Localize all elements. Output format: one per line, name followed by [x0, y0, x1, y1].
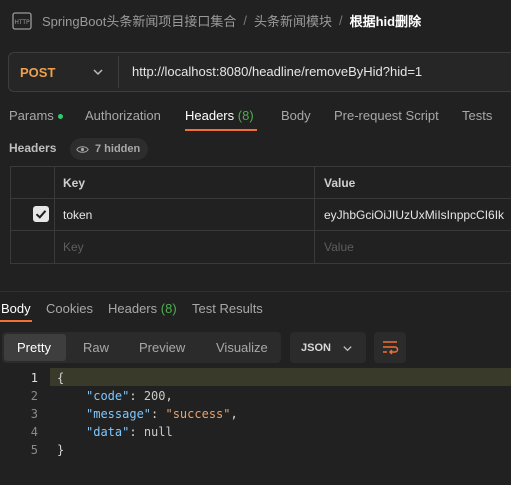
method-select[interactable]: POST: [8, 52, 118, 92]
eye-icon: [76, 145, 89, 154]
open-brace: {: [57, 371, 65, 385]
breadcrumb-separator: /: [243, 12, 247, 28]
format-select-label: JSON: [301, 342, 331, 354]
header-value-cell[interactable]: eyJhbGciOiJIUzUxMiIsInppcCI6Ik: [324, 208, 511, 222]
hidden-headers-label: 7 hidden: [95, 143, 141, 155]
response-tab-cookies[interactable]: Cookies: [46, 301, 93, 316]
response-divider: [0, 291, 511, 292]
current-line-highlight: [50, 368, 511, 386]
wrap-lines-button[interactable]: [374, 332, 406, 363]
response-tab-headers-count: (8): [160, 301, 177, 316]
active-tab-indicator: [185, 129, 257, 131]
line-number: 2: [30, 389, 38, 403]
chevron-down-icon: [92, 66, 104, 81]
json-key-message: "message": [86, 407, 152, 421]
tab-authorization[interactable]: Authorization: [85, 108, 161, 123]
view-pretty-button[interactable]: Pretty: [17, 340, 51, 355]
json-value-data: null: [143, 425, 173, 439]
method-label: POST: [20, 64, 56, 80]
breadcrumb-current-request[interactable]: 根据hid删除: [350, 11, 422, 30]
header-enabled-checkbox[interactable]: [33, 206, 49, 222]
breadcrumb: HTTP SpringBoot头条新闻项目接口集合 / 头条新闻模块 / 根据h…: [0, 0, 511, 40]
line-number: 5: [30, 443, 38, 457]
table-divider: [54, 166, 55, 264]
url-divider: [118, 56, 119, 88]
table-divider: [314, 166, 315, 264]
view-preview-button[interactable]: Preview: [139, 340, 185, 355]
breadcrumb-separator: /: [338, 12, 343, 28]
code-line-close-brace: }: [57, 443, 64, 457]
http-icon: HTTP: [12, 12, 32, 30]
breadcrumb-collection[interactable]: SpringBoot头条新闻项目接口集合: [42, 11, 236, 30]
response-tab-headers[interactable]: Headers (8): [108, 301, 177, 316]
tab-headers-count: (8): [237, 108, 254, 123]
wrap-lines-icon: [383, 341, 399, 355]
code-line-code: "code": 200,: [86, 389, 173, 403]
tab-body[interactable]: Body: [281, 108, 311, 123]
response-tab-headers-label: Headers: [108, 301, 158, 316]
json-key-data: "data": [86, 425, 130, 439]
line-number: 3: [30, 407, 38, 421]
checkmark-icon: [35, 210, 47, 219]
header-key-cell[interactable]: token: [63, 208, 92, 222]
json-key-code: "code": [86, 389, 130, 403]
url-input[interactable]: http://localhost:8080/headline/removeByH…: [132, 64, 422, 79]
code-line-message: "message": "success",: [86, 407, 238, 421]
code-line-data: "data": null: [86, 425, 173, 439]
breadcrumb-folder[interactable]: 头条新闻模块: [254, 11, 332, 30]
params-indicator-dot: [57, 114, 63, 120]
view-visualize-button[interactable]: Visualize: [216, 340, 268, 355]
chevron-down-icon: [342, 342, 353, 357]
table-divider: [10, 230, 511, 231]
tab-params[interactable]: Params: [9, 108, 63, 123]
tab-params-label: Params: [9, 108, 54, 123]
response-tab-body[interactable]: Body: [1, 301, 31, 316]
tab-tests[interactable]: Tests: [462, 108, 492, 123]
tab-headers[interactable]: Headers (8): [185, 108, 254, 123]
column-header-key: Key: [63, 176, 86, 190]
json-value-code: 200: [143, 389, 166, 403]
close-brace: }: [57, 443, 65, 457]
tab-headers-label: Headers: [185, 108, 235, 123]
request-tabs: Params Authorization Headers (8) Body Pr…: [0, 100, 511, 132]
code-line-open-brace: {: [57, 371, 64, 385]
view-raw-button[interactable]: Raw: [83, 340, 109, 355]
new-value-input[interactable]: Value: [324, 240, 354, 254]
line-number: 4: [30, 425, 38, 439]
response-tab-test-results[interactable]: Test Results: [192, 301, 263, 316]
json-value-message: "success": [165, 407, 231, 421]
tab-prerequest-script[interactable]: Pre-request Script: [334, 108, 439, 123]
hidden-headers-toggle[interactable]: 7 hidden: [70, 138, 148, 160]
response-active-tab-indicator: [0, 320, 32, 322]
new-key-input[interactable]: Key: [63, 240, 84, 254]
svg-text:HTTP: HTTP: [14, 19, 30, 26]
column-header-value: Value: [324, 176, 356, 190]
table-divider: [10, 263, 511, 264]
line-number: 1: [30, 371, 38, 385]
headers-section-title: Headers: [9, 141, 57, 155]
table-divider: [10, 198, 511, 199]
